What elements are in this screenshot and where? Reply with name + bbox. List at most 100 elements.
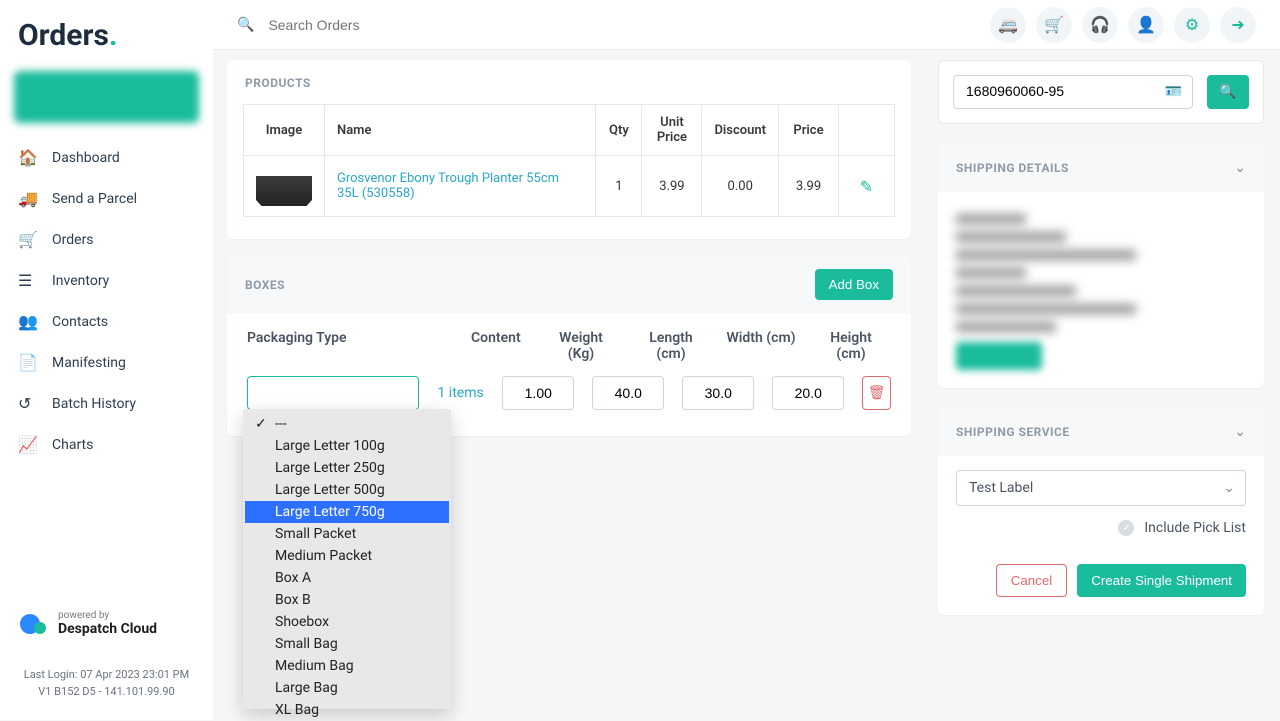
packaging-option[interactable]: Large Letter 250g [245, 457, 449, 479]
product-qty: 1 [596, 156, 642, 217]
nav-manifesting[interactable]: 📄Manifesting [0, 342, 213, 383]
shipping-service-panel: SHIPPING SERVICE ⌄ Test Label ⌄ ✓ Includ… [938, 408, 1264, 615]
height-input[interactable] [772, 376, 844, 410]
packaging-option[interactable]: --- [245, 413, 449, 435]
packaging-option[interactable]: Box B [245, 589, 449, 611]
nav-charts[interactable]: 📈 Charts [0, 424, 213, 465]
packaging-option[interactable]: Large Letter 500g [245, 479, 449, 501]
sidebar-footer: powered byDespatch Cloud Last Login: 07 … [0, 600, 213, 720]
width-input[interactable] [682, 376, 754, 410]
shipping-details-panel: SHIPPING DETAILS ⌄ [938, 144, 1264, 388]
products-title: PRODUCTS [245, 76, 311, 90]
global-search[interactable]: 🔍 [237, 17, 568, 33]
product-unit: 3.99 [642, 156, 702, 217]
th-qty: Qty [596, 105, 642, 156]
version: V1 B152 D5 - 141.101.99.90 [14, 684, 199, 701]
nav-label: Charts [52, 437, 93, 453]
packaging-dropdown[interactable]: ---Large Letter 100gLarge Letter 250gLar… [243, 409, 451, 709]
product-price: 3.99 [779, 156, 839, 217]
hdr-width: Width (cm) [725, 330, 797, 362]
packaging-option[interactable]: Large Letter 750g [245, 501, 449, 523]
cart-icon: 🛒 [18, 230, 38, 249]
order-search-card: 🪪 🔍 [938, 60, 1264, 124]
powered-by: powered byDespatch Cloud [14, 610, 199, 637]
right-column: 🪪 🔍 SHIPPING DETAILS ⌄ SHIPPING SERVICE … [938, 60, 1264, 635]
search-icon: 🔍 [1219, 84, 1236, 100]
support-icon[interactable]: 🎧 [1082, 7, 1118, 43]
create-shipment-button[interactable]: Create Single Shipment [1077, 564, 1246, 597]
order-search-button[interactable]: 🔍 [1207, 75, 1249, 109]
search-input[interactable] [268, 17, 568, 33]
nav-label: Contacts [52, 314, 108, 330]
home-icon: 🏠 [18, 148, 38, 167]
products-card: PRODUCTS Image Name Qty Unit Price Disco… [227, 60, 911, 239]
content-link[interactable]: 1 items [437, 385, 484, 401]
shipping-service-title: SHIPPING SERVICE [956, 425, 1070, 439]
th-name: Name [325, 105, 596, 156]
hdr-height: Height (cm) [815, 330, 887, 362]
packaging-select[interactable] [247, 376, 419, 410]
edit-icon[interactable]: ✎ [860, 177, 873, 196]
nav-label: Send a Parcel [52, 191, 137, 207]
courier-icon[interactable]: 🚐 [990, 7, 1026, 43]
shipping-details-title: SHIPPING DETAILS [956, 161, 1069, 175]
products-table: Image Name Qty Unit Price Discount Price… [243, 104, 895, 217]
cancel-button[interactable]: Cancel [996, 564, 1068, 597]
boxes-title: BOXES [245, 278, 285, 292]
product-row: Grosvenor Ebony Trough Planter 55cm 35L … [244, 156, 895, 217]
app-logo: Orders. [0, 0, 213, 63]
topbar: 🔍 🚐 🛒 🎧 👤 ⚙ ➜ [213, 0, 1280, 50]
nav-label: Orders [52, 232, 94, 248]
order-search-field[interactable]: 🪪 [953, 75, 1193, 109]
hdr-content: Content [471, 330, 527, 362]
truck-icon: 🚚 [18, 189, 38, 208]
packaging-option[interactable]: Large Bag [245, 677, 449, 699]
id-card-icon: 🪪 [1165, 84, 1182, 100]
hdr-packaging: Packaging Type [247, 330, 453, 362]
nav-inventory[interactable]: ☰ Inventory [0, 260, 213, 301]
nav-batch-history[interactable]: ↺Batch History [0, 383, 213, 424]
hdr-weight: Weight (Kg) [545, 330, 617, 362]
last-login: Last Login: 07 Apr 2023 23:01 PM [14, 667, 199, 684]
hdr-length: Length (cm) [635, 330, 707, 362]
settings-icon[interactable]: ⚙ [1174, 7, 1210, 43]
user-badge[interactable] [14, 71, 199, 123]
order-search-input[interactable] [966, 76, 1106, 106]
chevron-down-icon[interactable]: ⌄ [1234, 424, 1246, 440]
delete-box-button[interactable]: 🗑 [862, 376, 891, 410]
packaging-option[interactable]: Shoebox [245, 611, 449, 633]
nav-label: Inventory [52, 273, 109, 289]
th-image: Image [244, 105, 325, 156]
packaging-option[interactable]: Medium Bag [245, 655, 449, 677]
nav-send-parcel[interactable]: 🚚 Send a Parcel [0, 178, 213, 219]
packaging-option[interactable]: Small Bag [245, 633, 449, 655]
packaging-option[interactable]: Small Packet [245, 523, 449, 545]
packaging-option[interactable]: Medium Packet [245, 545, 449, 567]
chevron-down-icon[interactable]: ⌄ [1234, 160, 1246, 176]
th-actions [839, 105, 895, 156]
service-select[interactable]: Test Label ⌄ [956, 470, 1246, 506]
users-icon: 👥 [18, 312, 38, 331]
packaging-option[interactable]: Box A [245, 567, 449, 589]
length-input[interactable] [592, 376, 664, 410]
history-icon: ↺ [18, 394, 38, 413]
nav-dashboard[interactable]: 🏠Dashboard [0, 137, 213, 178]
file-icon: 📄 [18, 353, 38, 372]
add-box-button[interactable]: Add Box [815, 269, 893, 300]
service-value: Test Label [969, 480, 1033, 496]
search-icon: 🔍 [237, 17, 254, 33]
nav-orders[interactable]: 🛒 Orders [0, 219, 213, 260]
list-icon: ☰ [18, 271, 38, 290]
weight-input[interactable] [502, 376, 574, 410]
cart-icon[interactable]: 🛒 [1036, 7, 1072, 43]
packaging-option[interactable]: Large Letter 100g [245, 435, 449, 457]
logout-icon[interactable]: ➜ [1220, 7, 1256, 43]
product-name-link[interactable]: Grosvenor Ebony Trough Planter 55cm 35L … [337, 171, 559, 201]
sidebar: Orders. 🏠Dashboard 🚚 Send a Parcel 🛒 Order… [0, 0, 213, 720]
chart-icon: 📈 [18, 435, 38, 454]
include-pick-list-checkbox[interactable]: ✓ [1118, 520, 1134, 536]
packaging-option[interactable]: XL Bag [245, 699, 449, 721]
shipping-action-blurred[interactable] [956, 342, 1042, 370]
profile-icon[interactable]: 👤 [1128, 7, 1164, 43]
nav-contacts[interactable]: 👥 Contacts [0, 301, 213, 342]
